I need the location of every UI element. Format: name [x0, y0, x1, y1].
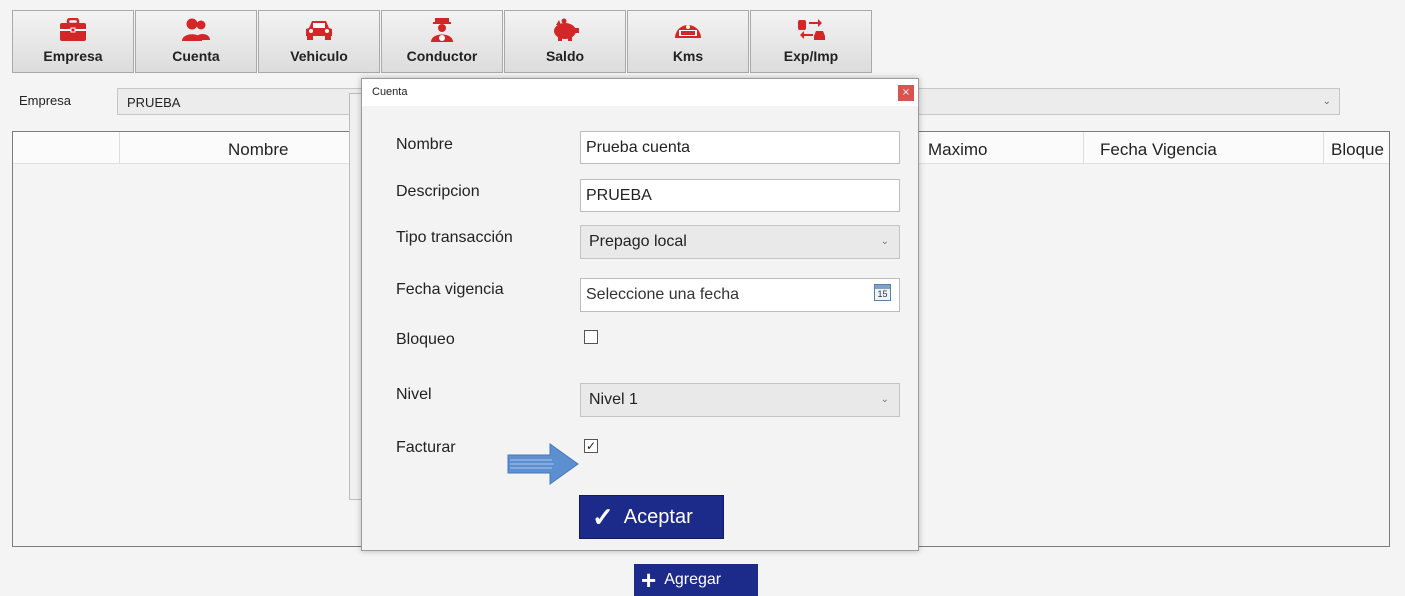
- nombre-value: Prueba cuenta: [586, 139, 691, 156]
- toolbar-label: Exp/Imp: [783, 48, 839, 64]
- toolbar-label: Cuenta: [172, 48, 220, 64]
- toolbar-label: Kms: [672, 48, 704, 64]
- checkmark-icon: ✓: [592, 501, 614, 532]
- tipo-transaccion-select[interactable]: Prepago local ⌄: [580, 225, 900, 259]
- arrow-right-icon: [506, 442, 580, 490]
- nombre-label: Nombre: [396, 136, 453, 153]
- nivel-value: Nivel 1: [589, 391, 638, 408]
- briefcase-icon: [58, 16, 88, 44]
- toolbar-label: Empresa: [43, 48, 103, 64]
- column-separator: [1323, 132, 1324, 163]
- toolbar-button-empresa[interactable]: Empresa: [12, 10, 134, 73]
- calendar-icon[interactable]: 15: [874, 284, 891, 301]
- aceptar-button[interactable]: ✓ Aceptar: [579, 495, 724, 539]
- toolbar-button-exp-imp[interactable]: Exp/Imp: [750, 10, 872, 73]
- dialog-titlebar[interactable]: Cuenta ×: [362, 79, 918, 106]
- fecha-vigencia-placeholder: Seleccione una fecha: [586, 286, 739, 303]
- bloqueo-checkbox[interactable]: [584, 330, 598, 344]
- plus-icon: +: [641, 565, 657, 595]
- descripcion-label: Descripcion: [396, 183, 480, 200]
- empresa-label: Empresa: [19, 93, 72, 108]
- cuenta-dialog: Cuenta × Nombre Prueba cuenta Descripcio…: [361, 78, 919, 551]
- empresa-value: PRUEBA: [127, 95, 181, 110]
- tipo-transaccion-label: Tipo transacción: [396, 229, 513, 246]
- column-separator: [119, 132, 120, 163]
- column-separator: [1083, 132, 1084, 163]
- fecha-vigencia-label: Fecha vigencia: [396, 281, 504, 298]
- toolbar-button-kms[interactable]: Kms: [627, 10, 749, 73]
- nivel-select[interactable]: Nivel 1 ⌄: [580, 383, 900, 417]
- facturar-label: Facturar: [396, 439, 456, 456]
- chevron-down-icon: ⌄: [880, 236, 889, 247]
- tipo-transaccion-value: Prepago local: [589, 233, 687, 250]
- nombre-field[interactable]: Prueba cuenta: [580, 131, 900, 164]
- column-header-fecha-vigencia[interactable]: Fecha Vigencia: [1100, 140, 1217, 160]
- bloqueo-label: Bloqueo: [396, 331, 455, 348]
- toolbar-button-conductor[interactable]: Conductor: [381, 10, 503, 73]
- column-header-maximo[interactable]: Maximo: [928, 140, 988, 160]
- add-button-label: Agregar: [664, 571, 722, 588]
- column-header-nombre[interactable]: Nombre: [228, 140, 288, 160]
- column-header-bloqueo[interactable]: Bloque: [1331, 140, 1384, 160]
- main-toolbar: Empresa Cuenta Vehiculo Conductor Saldo …: [12, 10, 873, 73]
- toolbar-label: Vehiculo: [290, 48, 348, 64]
- aceptar-label: Aceptar: [623, 505, 693, 528]
- exchange-icon: [796, 16, 826, 44]
- fecha-vigencia-picker[interactable]: Seleccione una fecha 15: [580, 278, 900, 312]
- toolbar-button-cuenta[interactable]: Cuenta: [135, 10, 257, 73]
- toolbar-button-saldo[interactable]: Saldo: [504, 10, 626, 73]
- chevron-down-icon: ⌄: [1322, 96, 1331, 107]
- toolbar-label: Saldo: [545, 48, 585, 64]
- facturar-checkbox[interactable]: ✓: [584, 439, 598, 453]
- toolbar-button-vehiculo[interactable]: Vehiculo: [258, 10, 380, 73]
- users-icon: [181, 16, 211, 44]
- descripcion-value: PRUEBA: [586, 187, 652, 204]
- driver-icon: [427, 16, 457, 44]
- car-icon: [304, 16, 334, 44]
- speedometer-icon: [673, 16, 703, 44]
- piggy-bank-icon: [550, 16, 580, 44]
- close-icon[interactable]: ×: [898, 85, 914, 101]
- descripcion-field[interactable]: PRUEBA: [580, 179, 900, 212]
- nivel-label: Nivel: [396, 386, 432, 403]
- dialog-title: Cuenta: [372, 86, 408, 98]
- add-button[interactable]: + Agregar: [634, 564, 758, 596]
- toolbar-label: Conductor: [406, 48, 478, 64]
- chevron-down-icon: ⌄: [880, 394, 889, 405]
